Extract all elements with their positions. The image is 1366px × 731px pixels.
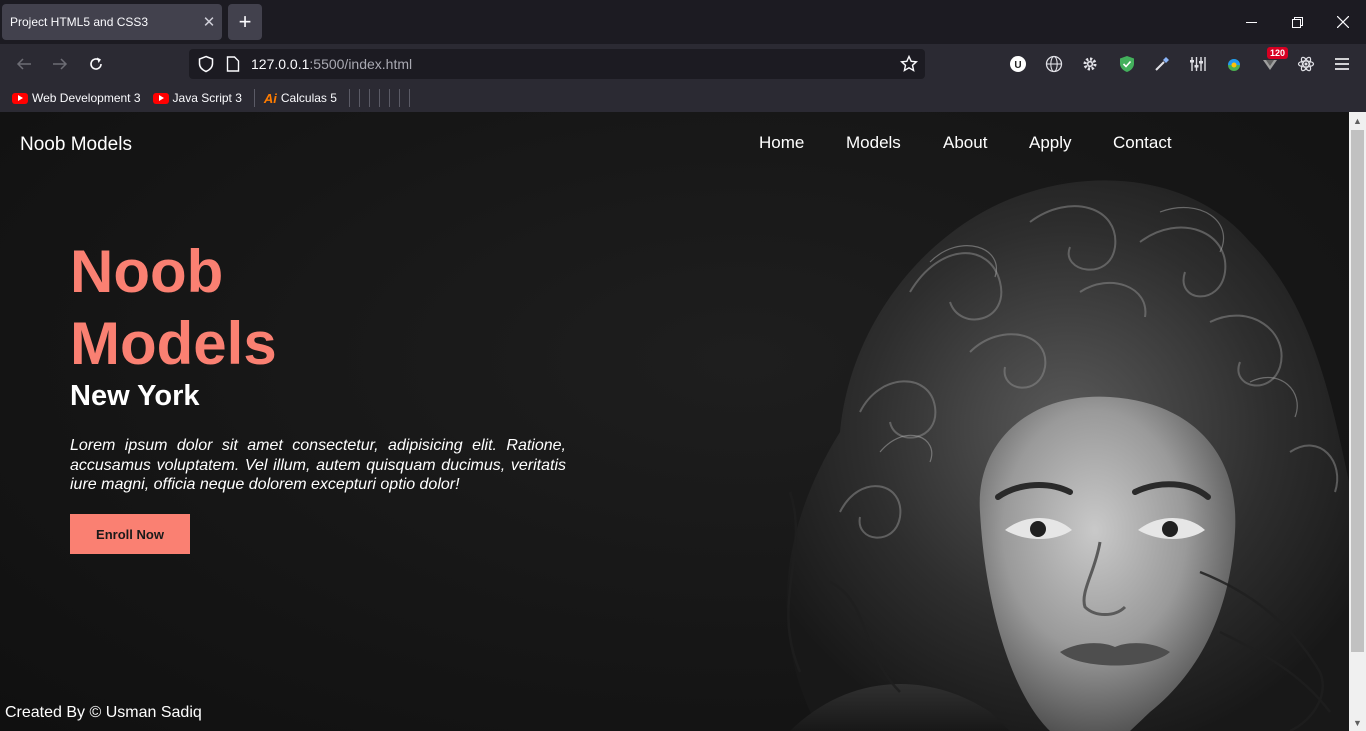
bookmark-label: Web Development 3 [32,91,141,105]
tab-title: Project HTML5 and CSS3 [10,15,149,29]
navigation-toolbar: 127.0.0.1:5500/index.html U 120 [0,44,1366,84]
bookmark-web-development[interactable]: Web Development 3 [12,91,141,105]
tally-extension-icon[interactable]: 120 [1258,47,1288,76]
scroll-down-arrow-icon[interactable]: ▼ [1349,714,1366,731]
minimize-icon[interactable] [1228,0,1274,44]
globe-icon[interactable] [1042,52,1066,76]
youtube-icon [12,92,28,104]
react-devtools-icon[interactable] [1294,52,1318,76]
footer-credit: Created By © Usman Sadiq [5,704,202,721]
bookmarks-toolbar: Web Development 3 Java Script 3 Ai Calcu… [0,84,1366,112]
bookmark-label: Calculas 5 [280,91,337,105]
page-viewport: Noob Models Home Models About Apply Cont… [0,112,1349,731]
nav-home[interactable]: Home [759,133,804,153]
bookmark-separator [253,89,255,107]
bookmark-separator [408,89,410,107]
svg-text:U: U [1014,60,1021,71]
bookmark-separator [348,89,350,107]
new-tab-button[interactable]: + [228,4,262,40]
nav-about[interactable]: About [943,133,987,153]
bookmark-java-script[interactable]: Java Script 3 [152,91,242,105]
scroll-thumb[interactable] [1351,130,1364,652]
close-tab-icon[interactable]: ✕ [196,13,222,31]
bookmark-separator [378,89,380,107]
shield-icon[interactable] [197,55,215,76]
bookmark-star-icon[interactable] [899,54,919,76]
bookmark-separator [358,89,360,107]
eyedropper-icon[interactable] [1150,52,1174,76]
hero-subtitle: New York [70,380,200,412]
shield-check-icon[interactable] [1115,52,1139,76]
scroll-up-arrow-icon[interactable]: ▲ [1349,112,1366,129]
restore-icon[interactable] [1274,0,1320,44]
nav-apply[interactable]: Apply [1029,133,1072,153]
hamburger-menu-icon[interactable] [1330,52,1354,76]
extension-badge: 120 [1266,47,1288,59]
chrome-ball-icon[interactable] [1222,52,1246,76]
bookmark-separator [368,89,370,107]
nav-models[interactable]: Models [846,133,901,153]
brand-logo[interactable]: Noob Models [20,134,132,156]
hero-description: Lorem ipsum dolor sit amet consectetur, … [70,437,566,493]
hero-title-line-1: Noob [70,238,224,305]
page-icon[interactable] [226,56,240,75]
ublock-icon[interactable]: U [1006,52,1030,76]
youtube-icon [152,92,169,104]
url-host: 127.0.0.1 [251,56,310,72]
bookmark-separator [398,89,400,107]
close-window-icon[interactable] [1320,0,1366,44]
browser-tab[interactable]: Project HTML5 and CSS3 ✕ [2,4,222,40]
ai-icon: Ai [263,90,277,106]
enroll-now-button[interactable]: Enroll Now [70,514,190,554]
bookmark-label: Java Script 3 [172,91,242,105]
page-scrollbar[interactable]: ▲ ▼ [1349,112,1366,731]
hero-title-line-2: Models [70,310,277,377]
sliders-icon[interactable] [1186,52,1210,76]
nav-contact[interactable]: Contact [1113,133,1172,153]
hero-title: Noob Models [70,236,370,380]
reload-icon[interactable] [81,49,111,79]
model-portrait-image [786,180,1349,731]
gear-icon[interactable] [1078,52,1102,76]
back-arrow-icon[interactable] [9,49,39,79]
bookmark-calculas[interactable]: Ai Calculas 5 [264,91,337,106]
tab-strip: Project HTML5 and CSS3 ✕ + [0,0,1366,44]
url-text[interactable]: 127.0.0.1:5500/index.html [251,56,412,72]
url-path: :5500/index.html [309,56,413,72]
bookmark-separator [388,89,390,107]
address-bar[interactable]: 127.0.0.1:5500/index.html [189,49,925,79]
forward-arrow-icon[interactable] [45,49,75,79]
